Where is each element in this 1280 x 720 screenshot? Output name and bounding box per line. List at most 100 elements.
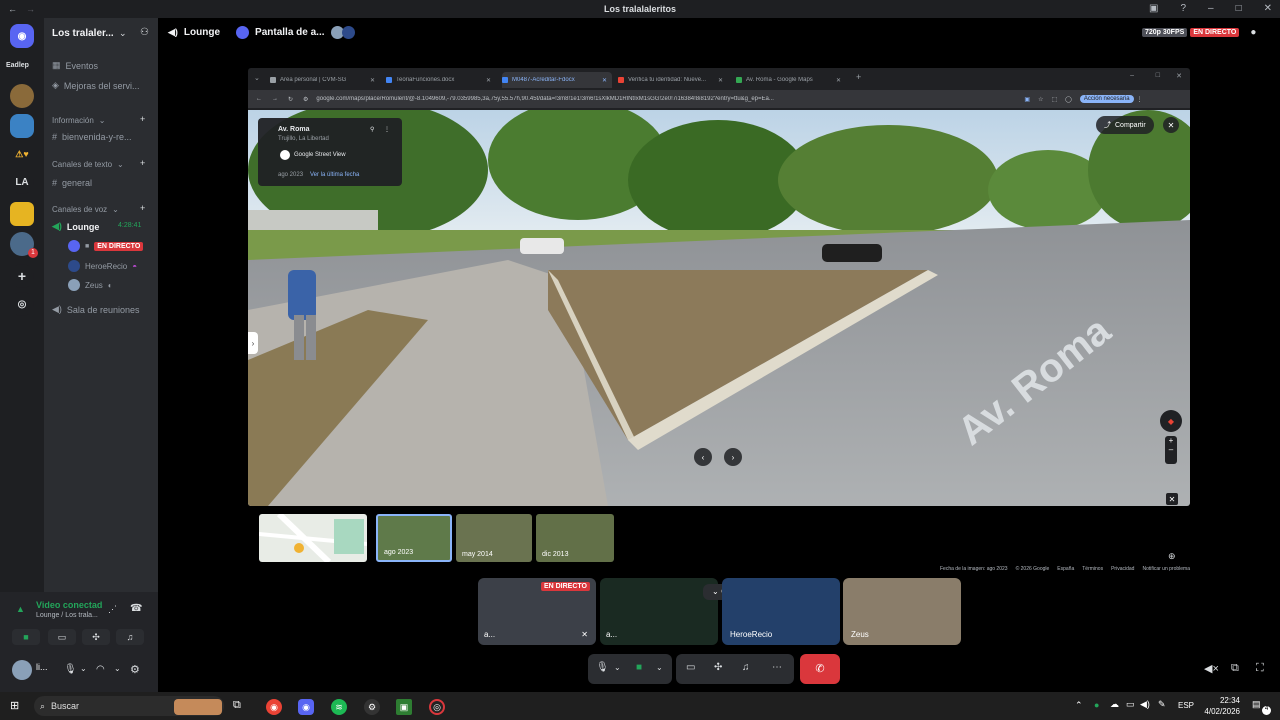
server-icon[interactable] — [10, 84, 34, 108]
camera-button[interactable]: ■ — [12, 629, 40, 645]
discord-home-icon[interactable]: ◉ — [10, 24, 34, 48]
fullscreen-icon[interactable]: ⛶ — [1256, 662, 1264, 675]
close-tab-icon[interactable]: ✕ — [602, 77, 607, 84]
boosts-item[interactable]: ◈ Mejoras del servi... — [52, 80, 139, 91]
warning-icon[interactable]: ⚠♥ — [10, 142, 34, 166]
close-tab-icon[interactable]: ✕ — [718, 77, 723, 84]
discord-taskbar-icon[interactable]: ◉ — [298, 699, 314, 715]
chevron-down-icon[interactable]: ⌄ — [656, 663, 663, 672]
next-arrow-icon[interactable]: › — [724, 448, 742, 466]
pen-icon[interactable]: ✎ — [1158, 699, 1166, 710]
maximize-button[interactable]: □ — [1156, 72, 1160, 79]
camera-icon[interactable]: ■ — [636, 662, 642, 673]
timeline-thumbnail[interactable]: dic 2013 — [536, 514, 614, 562]
connection-location[interactable]: Lounge / Los trala... — [36, 612, 98, 619]
leave-call-button[interactable]: ✆ — [800, 654, 840, 684]
maximize-button[interactable]: □ — [1236, 3, 1242, 14]
settings-gear-icon[interactable]: ⚙ — [130, 663, 140, 676]
close-tab-icon[interactable]: ✕ — [486, 77, 491, 84]
extensions-icon[interactable]: ⬚ — [1051, 96, 1057, 103]
volume-icon[interactable]: ◀× — [1204, 662, 1219, 675]
inbox-icon[interactable]: ▣ — [1149, 3, 1158, 14]
disconnect-icon[interactable]: ☎ — [130, 603, 142, 614]
timeline-thumbnail-selected[interactable]: ago 2023 — [376, 514, 452, 562]
close-timeline-button[interactable]: ✕ — [1166, 493, 1178, 505]
voice-member[interactable]: HeroeRecio ◓ — [68, 260, 137, 272]
activities-icon[interactable]: ✣ — [714, 662, 722, 673]
mini-map-thumbnail[interactable] — [259, 514, 367, 562]
microphone-icon[interactable]: 🎙 — [64, 664, 77, 675]
avatar[interactable] — [12, 660, 32, 680]
add-channel-icon[interactable]: + — [140, 114, 145, 124]
stream-title[interactable]: Pantalla de a... — [255, 27, 324, 38]
more-options-icon[interactable]: ⋯ — [772, 662, 782, 673]
popout-icon[interactable]: ⧉ — [1231, 662, 1239, 675]
forward-icon[interactable]: → — [272, 96, 278, 102]
latest-date-link[interactable]: Ver la última fecha — [310, 172, 359, 178]
folder-icon[interactable] — [10, 202, 34, 226]
extension-icon[interactable]: ▣ — [1024, 96, 1030, 103]
taskbar-image-widget[interactable] — [174, 699, 222, 715]
volume-icon[interactable]: ◀) — [1140, 699, 1150, 710]
microphone-icon[interactable]: 🎙 — [596, 662, 609, 673]
obs-taskbar-icon[interactable]: ◎ — [429, 699, 445, 715]
activities-button[interactable]: ✣ — [82, 629, 110, 645]
tab-list-icon[interactable]: ⌄ — [254, 74, 260, 82]
start-menu-icon[interactable]: ⊞ — [10, 699, 19, 712]
browser-tab[interactable]: Área personal | CVM-SG ✕ — [270, 72, 380, 88]
minecraft-taskbar-icon[interactable]: ▣ — [396, 699, 412, 715]
channel-welcome[interactable]: # bienvenida-y-re... — [52, 132, 132, 142]
action-required-button[interactable]: Acción necesaria — [1079, 95, 1134, 103]
chrome-taskbar-icon[interactable]: ◉ — [266, 699, 282, 715]
screen-share-button[interactable]: ▭ — [48, 629, 76, 645]
close-button[interactable]: ✕ — [1176, 72, 1182, 80]
magnify-icon[interactable]: ⊕ — [1168, 551, 1176, 562]
help-icon[interactable]: ? — [1180, 3, 1186, 14]
voice-channel-lounge[interactable]: ◀) Lounge — [52, 221, 99, 232]
chevron-down-icon[interactable]: ⌄ — [614, 663, 621, 672]
previous-arrow-icon[interactable]: ‹ — [694, 448, 712, 466]
task-view-icon[interactable]: ⧉ — [233, 699, 241, 712]
chat-icon[interactable]: ● — [1250, 27, 1256, 38]
clock[interactable]: 22:34 4/02/2026 — [1202, 695, 1240, 717]
browser-tab[interactable]: Verifica tu identidad: Nueve... ✕ — [618, 72, 728, 88]
add-member-icon[interactable]: ⚇ — [140, 27, 149, 38]
participant-tile[interactable]: a... — [600, 578, 718, 645]
compass-icon[interactable]: ◆ — [1160, 410, 1182, 432]
add-channel-icon[interactable]: + — [140, 203, 145, 213]
screen-share-icon[interactable]: ▭ — [686, 662, 695, 673]
soundboard-icon[interactable]: ♫ — [742, 662, 750, 673]
add-channel-icon[interactable]: + — [140, 158, 145, 168]
streamer-avatar[interactable] — [236, 26, 250, 39]
chevron-down-icon[interactable]: ⌄ — [114, 664, 121, 673]
noise-suppression-icon[interactable]: ⋰ — [108, 604, 117, 615]
participant-tile[interactable]: Zeus — [843, 578, 961, 645]
minimize-button[interactable]: – — [1208, 3, 1214, 14]
collapse-panel-button[interactable]: › — [248, 332, 258, 354]
channel-general[interactable]: # general — [52, 178, 92, 188]
voice-member[interactable]: Zeus ◐ — [68, 279, 113, 291]
add-server-icon[interactable]: + — [10, 264, 34, 288]
discover-icon[interactable]: ◎ — [10, 292, 34, 316]
category-voice[interactable]: Canales de voz ⌄ — [52, 205, 119, 214]
participant-tile-stream[interactable]: EN DIRECTO a... ✕ — [478, 578, 596, 645]
participant-tile[interactable]: HeroeRecio — [722, 578, 840, 645]
voice-member-streamer[interactable]: ■ EN DIRECTO — [68, 240, 144, 252]
more-options-icon[interactable]: ⋮ — [384, 126, 390, 133]
zoom-in-button[interactable]: + — [1165, 436, 1177, 445]
close-button[interactable]: ✕ — [1264, 3, 1272, 14]
minimize-button[interactable]: – — [1130, 72, 1134, 79]
voice-channel-meetings[interactable]: ◀) Sala de reuniones — [52, 304, 139, 315]
profile-icon[interactable]: ◯ — [1065, 96, 1072, 103]
steam-taskbar-icon[interactable]: ⚙ — [364, 699, 380, 715]
menu-icon[interactable]: ⋮ — [1137, 96, 1143, 103]
chevron-down-icon[interactable]: ⌄ — [119, 28, 127, 39]
back-icon[interactable]: ← — [256, 96, 262, 102]
tray-icon[interactable]: ● — [1094, 700, 1099, 710]
username[interactable]: li... — [36, 662, 48, 672]
close-tab-icon[interactable]: ✕ — [836, 77, 841, 84]
server-name[interactable]: Los tralaler... — [52, 28, 114, 39]
browser-tab[interactable]: TeoriaFunciones.docx ✕ — [386, 72, 496, 88]
notification-icon[interactable]: ▤ — [1252, 699, 1261, 710]
timeline-thumbnail[interactable]: may 2014 — [456, 514, 532, 562]
